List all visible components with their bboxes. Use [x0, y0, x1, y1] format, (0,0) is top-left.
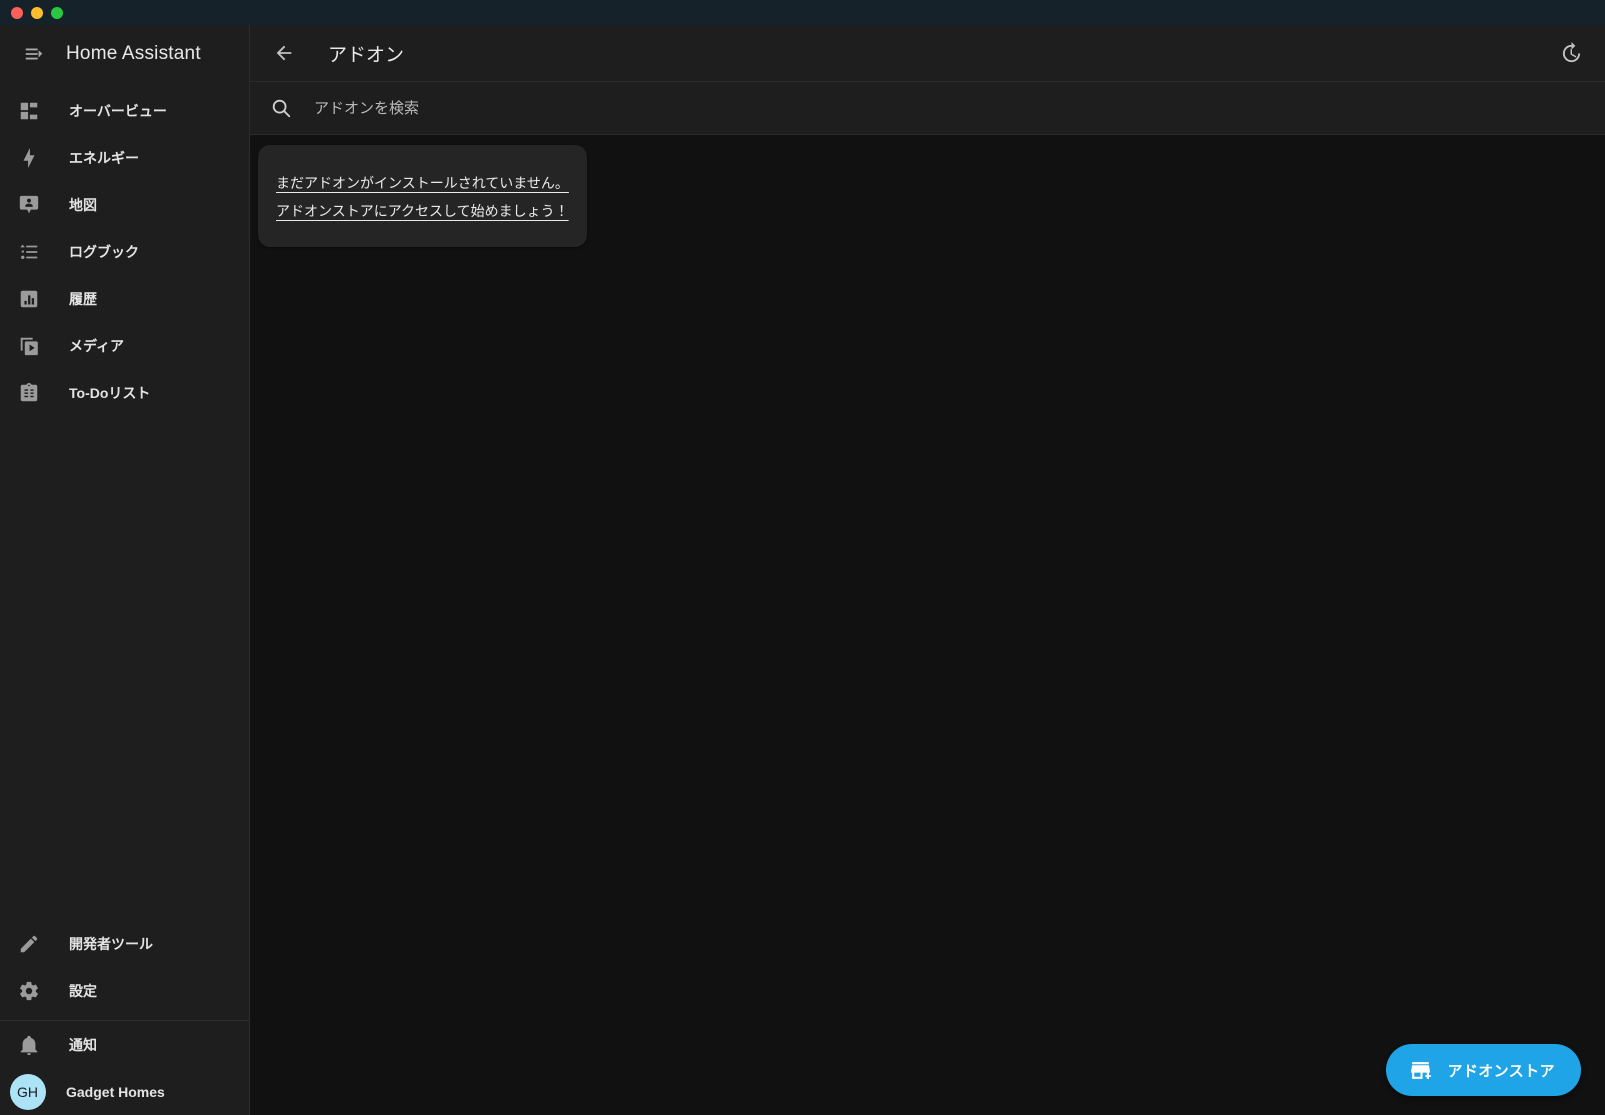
sidebar-item-label: メディア [69, 337, 125, 354]
main-panel: アドオン まだアドオンがインストールされていません。 アドオンストアにアクセスし… [250, 25, 1605, 1115]
sidebar-item-history[interactable]: 履歴 [0, 275, 249, 322]
search-icon [270, 97, 292, 119]
view-dashboard-icon [14, 96, 44, 126]
sidebar-item-notifications[interactable]: 通知 [0, 1021, 249, 1068]
sidebar-item-label: 履歴 [69, 290, 97, 307]
app-window: Home Assistant オーバービュー エネルギー 地図 ログブック 履歴… [0, 0, 1605, 1115]
sidebar-item-label: 地図 [69, 196, 97, 213]
sidebar-item-label: 設定 [69, 982, 97, 999]
chart-box-icon [14, 284, 44, 314]
sidebar-item-overview[interactable]: オーバービュー [0, 87, 249, 134]
format-list-bulleted-icon [14, 237, 44, 267]
sidebar-item-media[interactable]: メディア [0, 322, 249, 369]
hammer-icon [14, 929, 44, 959]
sidebar-item-label: エネルギー [69, 149, 139, 166]
empty-state-line-1[interactable]: まだアドオンがインストールされていません。 [276, 169, 569, 197]
sidebar-item-label: 通知 [69, 1036, 97, 1053]
addon-list-content: まだアドオンがインストールされていません。 アドオンストアにアクセスして始めまし… [250, 135, 1605, 1115]
map-marker-account-icon [14, 190, 44, 220]
arrow-left-icon[interactable] [264, 33, 304, 73]
clipboard-list-icon [14, 378, 44, 408]
sidebar-header: Home Assistant [0, 25, 249, 82]
search-input[interactable] [312, 81, 1589, 135]
window-close-button[interactable] [11, 6, 23, 19]
page-title: アドオン [328, 44, 405, 66]
empty-state-line-2[interactable]: アドオンストアにアクセスして始めましょう！ [276, 197, 569, 225]
bell-icon [14, 1030, 44, 1060]
empty-state-card: まだアドオンがインストールされていません。 アドオンストアにアクセスして始めまし… [258, 145, 587, 247]
sidebar-item-profile[interactable]: GH Gadget Homes [0, 1068, 249, 1115]
menu-open-icon[interactable] [14, 34, 54, 74]
sidebar-item-todo[interactable]: To-Doリスト [0, 369, 249, 416]
avatar-initials: GH [9, 1073, 46, 1110]
window-titlebar [0, 0, 1605, 25]
app-title: Home Assistant [66, 42, 201, 64]
sidebar-item-settings[interactable]: 設定 [0, 967, 249, 1014]
sidebar-bottom-nav: 開発者ツール 設定 [0, 920, 249, 1020]
sidebar: Home Assistant オーバービュー エネルギー 地図 ログブック 履歴… [0, 25, 250, 1115]
search-bar [250, 81, 1605, 135]
cog-icon [14, 976, 44, 1006]
sidebar-footer: 通知 GH Gadget Homes [0, 1021, 249, 1115]
sidebar-item-label: ログブック [69, 243, 139, 260]
addon-store-fab-label: アドオンストア [1447, 1062, 1555, 1080]
profile-name: Gadget Homes [66, 1083, 165, 1100]
addon-store-fab[interactable]: アドオンストア [1386, 1044, 1581, 1096]
page-toolbar: アドオン [250, 25, 1605, 82]
sidebar-item-logbook[interactable]: ログブック [0, 228, 249, 275]
lightning-bolt-icon [14, 143, 44, 173]
sidebar-item-label: オーバービュー [69, 102, 167, 119]
play-box-multiple-icon [14, 331, 44, 361]
sidebar-item-map[interactable]: 地図 [0, 181, 249, 228]
sidebar-item-energy[interactable]: エネルギー [0, 134, 249, 181]
sidebar-item-label: To-Doリスト [69, 384, 151, 401]
avatar: GH [9, 1073, 46, 1110]
sidebar-item-developer-tools[interactable]: 開発者ツール [0, 920, 249, 967]
window-minimize-button[interactable] [31, 6, 43, 19]
sidebar-item-label: 開発者ツール [69, 935, 153, 952]
store-plus-icon [1408, 1058, 1433, 1083]
clock-refresh-icon[interactable] [1551, 33, 1591, 73]
sidebar-nav: オーバービュー エネルギー 地図 ログブック 履歴 メディア To-Doリスト [0, 82, 249, 920]
window-maximize-button[interactable] [51, 6, 63, 19]
